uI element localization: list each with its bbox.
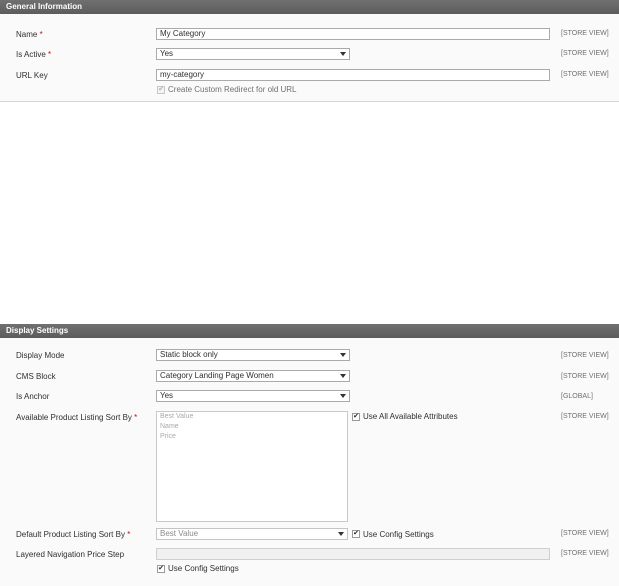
general-information-header: General Information bbox=[0, 0, 619, 14]
general-information-panel: General Information Name * My Category [… bbox=[0, 0, 619, 102]
required-mark: * bbox=[48, 50, 52, 59]
checkmark-icon: ✔ bbox=[158, 565, 164, 572]
url-key-input[interactable]: my-category bbox=[156, 69, 550, 81]
required-mark: * bbox=[39, 30, 43, 39]
required-mark: * bbox=[134, 413, 138, 422]
url-key-label: URL Key bbox=[16, 71, 48, 80]
price-step-use-config-label: Use Config Settings bbox=[168, 564, 239, 573]
name-label: Name * bbox=[16, 30, 43, 39]
checkmark-icon: ✔ bbox=[353, 530, 359, 537]
name-input[interactable]: My Category bbox=[156, 28, 550, 40]
is-active-value: Yes bbox=[160, 49, 174, 58]
redirect-checkbox[interactable]: ✔ bbox=[157, 86, 165, 94]
name-scope: [STORE VIEW] bbox=[561, 30, 609, 37]
display-mode-select[interactable]: Static block only bbox=[156, 349, 350, 361]
default-sort-label: Default Product Listing Sort By * bbox=[16, 530, 131, 539]
use-all-attributes-checkbox[interactable]: ✔ bbox=[352, 413, 360, 421]
display-settings-panel: Display Settings Display Mode Static blo… bbox=[0, 324, 619, 586]
sort-by-option[interactable]: Price bbox=[157, 432, 347, 442]
cms-block-scope: [STORE VIEW] bbox=[561, 373, 609, 380]
cms-block-value: Category Landing Page Women bbox=[160, 371, 274, 380]
chevron-down-icon bbox=[340, 52, 346, 56]
sort-by-multiselect[interactable]: Best Value Name Price bbox=[156, 411, 348, 522]
is-anchor-scope: [GLOBAL] bbox=[561, 393, 593, 400]
price-step-input[interactable] bbox=[156, 548, 550, 560]
cms-block-label: CMS Block bbox=[16, 372, 56, 381]
use-all-attributes-label: Use All Available Attributes bbox=[363, 412, 458, 421]
default-sort-value: Best Value bbox=[160, 529, 199, 538]
chevron-down-icon bbox=[338, 532, 344, 536]
default-sort-select[interactable]: Best Value bbox=[156, 528, 348, 540]
price-step-use-config-checkbox[interactable]: ✔ bbox=[157, 565, 165, 573]
default-sort-use-config-checkbox[interactable]: ✔ bbox=[352, 530, 360, 538]
sort-by-option[interactable]: Name bbox=[157, 422, 347, 432]
price-step-label: Layered Navigation Price Step bbox=[16, 550, 125, 559]
is-active-label: Is Active * bbox=[16, 50, 52, 59]
display-settings-header: Display Settings bbox=[0, 324, 619, 338]
redirect-label: Create Custom Redirect for old URL bbox=[168, 85, 297, 94]
chevron-down-icon bbox=[340, 394, 346, 398]
checkmark-icon: ✔ bbox=[353, 413, 359, 420]
required-mark: * bbox=[127, 530, 131, 539]
is-anchor-value: Yes bbox=[160, 391, 174, 400]
is-anchor-select[interactable]: Yes bbox=[156, 390, 350, 402]
default-sort-scope: [STORE VIEW] bbox=[561, 530, 609, 537]
sort-by-scope: [STORE VIEW] bbox=[561, 413, 609, 420]
is-active-select[interactable]: Yes bbox=[156, 48, 350, 60]
checkmark-icon: ✔ bbox=[158, 86, 164, 93]
cms-block-select[interactable]: Category Landing Page Women bbox=[156, 370, 350, 382]
is-anchor-label: Is Anchor bbox=[16, 392, 50, 401]
chevron-down-icon bbox=[340, 353, 346, 357]
display-mode-scope: [STORE VIEW] bbox=[561, 352, 609, 359]
default-sort-use-config-label: Use Config Settings bbox=[363, 530, 434, 539]
url-key-scope: [STORE VIEW] bbox=[561, 71, 609, 78]
display-mode-value: Static block only bbox=[160, 350, 218, 359]
price-step-scope: [STORE VIEW] bbox=[561, 550, 609, 557]
display-mode-label: Display Mode bbox=[16, 351, 65, 360]
sort-by-label: Available Product Listing Sort By * bbox=[16, 413, 138, 422]
is-active-scope: [STORE VIEW] bbox=[561, 50, 609, 57]
chevron-down-icon bbox=[340, 374, 346, 378]
sort-by-option[interactable]: Best Value bbox=[157, 412, 347, 422]
